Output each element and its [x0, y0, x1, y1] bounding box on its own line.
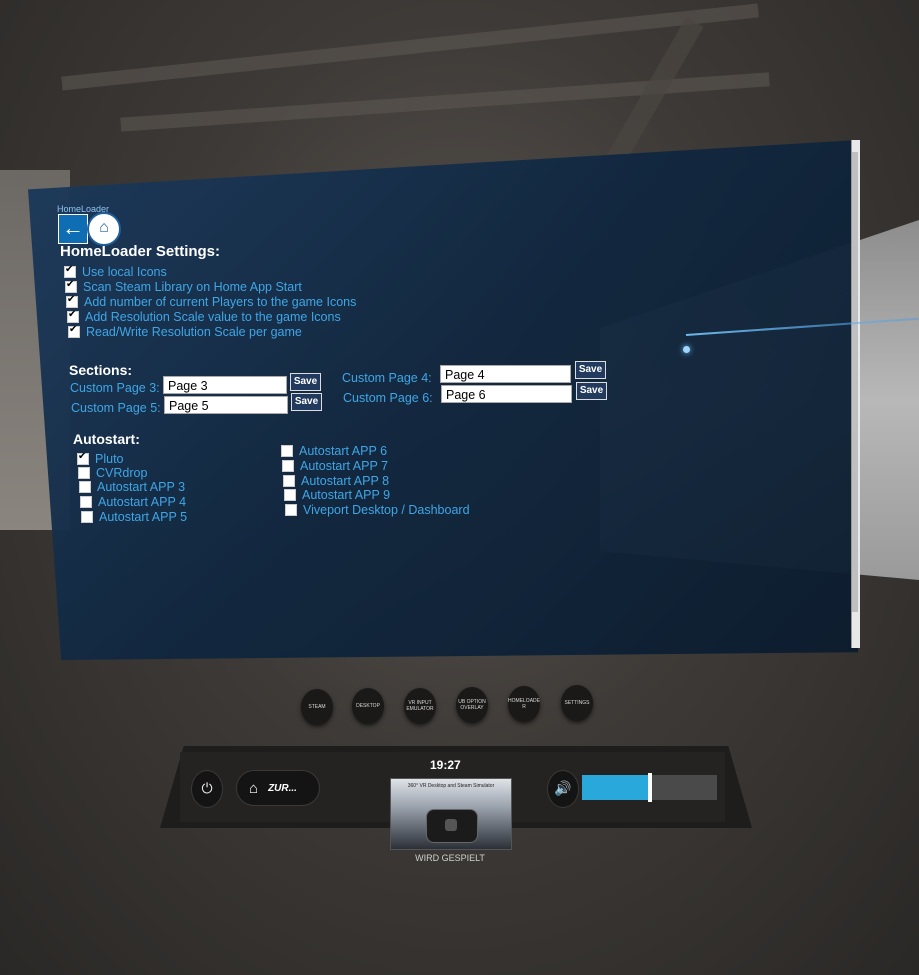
- overlay-ub-option-button[interactable]: UB OPTION OVERLAY: [456, 687, 488, 723]
- checkbox[interactable]: [67, 309, 79, 323]
- overlay-desktop-button[interactable]: DESKTOP: [352, 688, 384, 724]
- custom-page-3-label: Custom Page 3:: [70, 381, 160, 395]
- home-button[interactable]: ⌂ ZUR...: [236, 770, 320, 806]
- custom-page-3-input[interactable]: Page 3: [163, 376, 287, 394]
- now-playing-thumbnail[interactable]: 360° VR Desktop and Steam Simulator: [390, 778, 512, 850]
- checkbox[interactable]: [79, 481, 91, 493]
- checkbox[interactable]: [77, 451, 89, 465]
- custom-page-5-save-button[interactable]: Save: [291, 393, 322, 411]
- overlay-settings-button[interactable]: SETTINGS: [561, 685, 593, 721]
- checkbox[interactable]: [66, 294, 78, 308]
- autostart-label: Autostart APP 3: [97, 480, 186, 494]
- autostart-label: Autostart APP 7: [300, 459, 389, 473]
- custom-page-6-save-button[interactable]: Save: [576, 382, 607, 400]
- option-label: Add number of current Players to the gam…: [84, 295, 357, 309]
- overlay-homeloader-button[interactable]: HOMELOADE R: [508, 686, 540, 722]
- overlay-steam-button[interactable]: STEAM: [301, 689, 333, 725]
- autostart-left-4[interactable]: Autostart APP 4: [80, 495, 186, 509]
- option-label: Use local Icons: [82, 265, 167, 279]
- custom-page-3-save-button[interactable]: Save: [290, 373, 321, 391]
- autostart-right-1[interactable]: Autostart APP 6: [281, 444, 387, 458]
- option-read-write-resolution[interactable]: Read/Write Resolution Scale per game: [68, 324, 302, 339]
- checkbox[interactable]: [284, 489, 296, 501]
- custom-page-4-input[interactable]: Page 4: [440, 365, 571, 383]
- autostart-label: CVRdrop: [96, 466, 148, 480]
- autostart-label: Autostart APP 5: [99, 510, 188, 524]
- autostart-label: Autostart APP 4: [98, 495, 187, 509]
- back-arrow-icon[interactable]: ←: [58, 214, 88, 244]
- checkbox[interactable]: [80, 496, 92, 508]
- volume-fill: [582, 775, 650, 800]
- custom-page-4-label: Custom Page 4:: [342, 371, 432, 385]
- autostart-left-3[interactable]: Autostart APP 3: [79, 480, 185, 494]
- settings-title: HomeLoader Settings:: [60, 243, 221, 260]
- checkbox[interactable]: [78, 467, 90, 479]
- home-button-label: ZUR...: [268, 782, 297, 794]
- option-add-resolution-scale[interactable]: Add Resolution Scale value to the game I…: [67, 309, 341, 324]
- custom-page-6-label: Custom Page 6:: [343, 391, 433, 405]
- autostart-label: Pluto: [95, 452, 124, 466]
- checkbox[interactable]: [65, 279, 77, 293]
- checkbox[interactable]: [282, 460, 294, 472]
- option-add-player-count[interactable]: Add number of current Players to the gam…: [66, 294, 357, 309]
- option-label: Read/Write Resolution Scale per game: [86, 325, 302, 339]
- autostart-left-5[interactable]: Autostart APP 5: [81, 510, 187, 524]
- option-label: Add Resolution Scale value to the game I…: [85, 310, 341, 324]
- autostart-right-5[interactable]: Viveport Desktop / Dashboard: [285, 503, 470, 517]
- autostart-right-4[interactable]: Autostart APP 9: [284, 488, 390, 502]
- volume-handle[interactable]: [648, 773, 652, 802]
- autostart-right-3[interactable]: Autostart APP 8: [283, 474, 389, 488]
- custom-page-5-input[interactable]: Page 5: [164, 396, 288, 414]
- autostart-label: Autostart APP 8: [301, 474, 390, 488]
- home-logo-icon[interactable]: ⌂: [87, 212, 121, 246]
- custom-page-5-label: Custom Page 5:: [71, 401, 161, 415]
- checkbox[interactable]: [68, 324, 80, 338]
- volume-icon[interactable]: 🔊: [547, 770, 579, 808]
- checkbox[interactable]: [285, 504, 297, 516]
- clock: 19:27: [430, 758, 461, 772]
- now-playing-title: 360° VR Desktop and Steam Simulator: [407, 783, 495, 789]
- autostart-label: Autostart APP 9: [302, 488, 391, 502]
- autostart-title: Autostart:: [73, 431, 140, 447]
- checkbox[interactable]: [281, 445, 293, 457]
- autostart-right-2[interactable]: Autostart APP 7: [282, 459, 388, 473]
- option-scan-steam-library[interactable]: Scan Steam Library on Home App Start: [65, 279, 302, 294]
- autostart-label: Autostart APP 6: [299, 444, 388, 458]
- power-icon[interactable]: ⏻: [191, 770, 223, 808]
- autostart-left-1[interactable]: Pluto: [77, 451, 124, 466]
- option-label: Scan Steam Library on Home App Start: [83, 280, 302, 294]
- headset-lens: [445, 819, 457, 831]
- overlay-vr-input-emulator-button[interactable]: VR INPUT EMULATOR: [404, 688, 436, 724]
- now-playing-status: WIRD GESPIELT: [415, 853, 485, 863]
- checkbox[interactable]: [81, 511, 93, 523]
- option-use-local-icons[interactable]: Use local Icons: [64, 264, 167, 279]
- checkbox[interactable]: [64, 264, 76, 278]
- custom-page-6-input[interactable]: Page 6: [441, 385, 572, 403]
- autostart-left-2[interactable]: CVRdrop: [78, 466, 147, 480]
- custom-page-4-save-button[interactable]: Save: [575, 361, 606, 379]
- home-icon: ⌂: [249, 779, 259, 797]
- sections-title: Sections:: [69, 362, 133, 378]
- checkbox[interactable]: [283, 475, 295, 487]
- autostart-label: Viveport Desktop / Dashboard: [303, 503, 470, 517]
